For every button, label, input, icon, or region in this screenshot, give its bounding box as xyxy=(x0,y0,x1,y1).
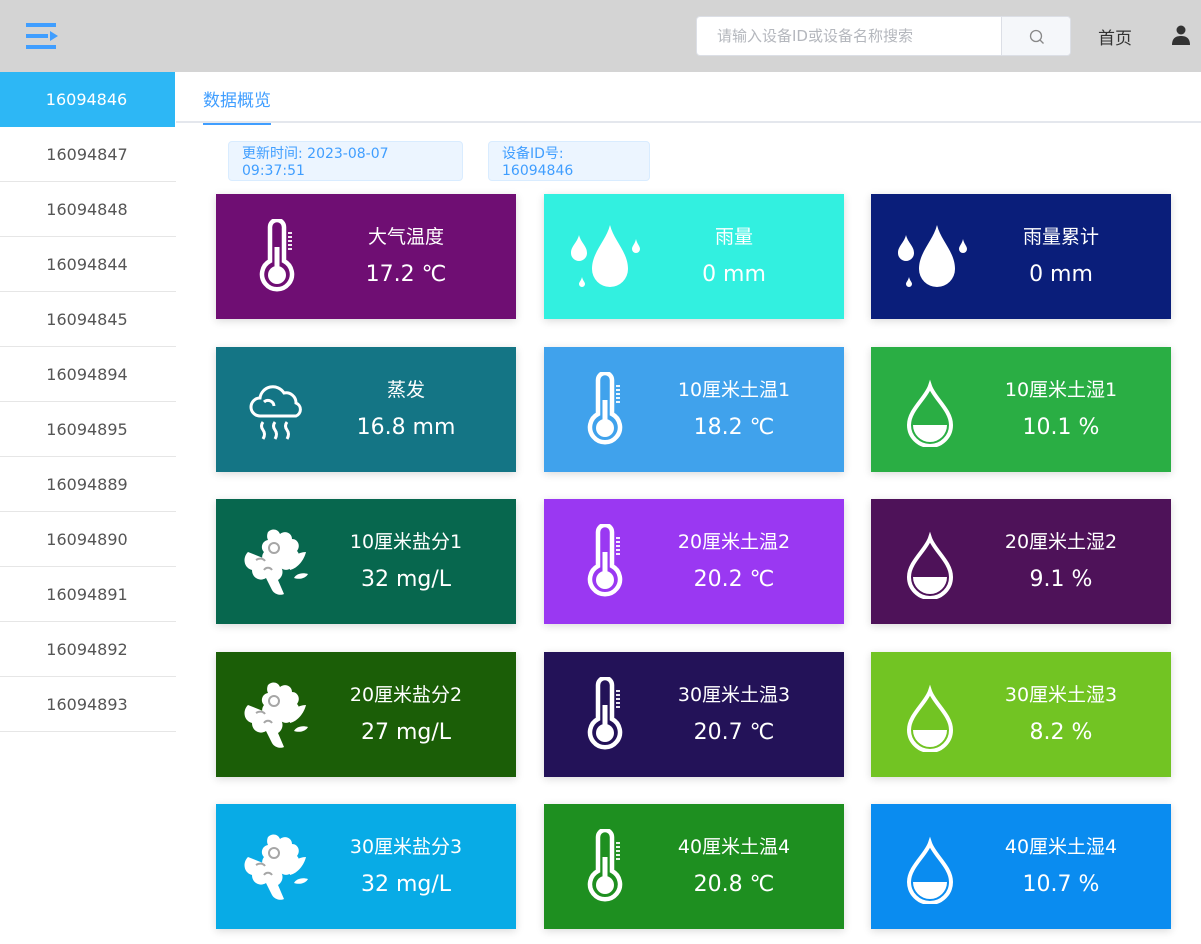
sensor-value: 0 mm xyxy=(1029,262,1093,287)
sensor-value: 32 mg/L xyxy=(360,872,452,897)
tab-data-overview[interactable]: 数据概览 xyxy=(203,86,271,125)
sensor-value: 16.8 mm xyxy=(356,415,456,440)
water-drop-icon xyxy=(893,372,968,447)
sensor-title: 大气温度 xyxy=(367,226,444,248)
sidebar-item-label: 16094895 xyxy=(46,419,128,439)
search-input[interactable] xyxy=(697,17,1001,55)
sensor-title: 20厘米土湿2 xyxy=(1004,531,1118,553)
sidebar-item-label: 16094892 xyxy=(46,639,128,659)
sensor-card[interactable]: 10厘米土湿1 10.1 % xyxy=(871,347,1171,472)
sidebar-item-label: 16094847 xyxy=(46,144,128,164)
water-drop-icon xyxy=(893,829,968,904)
sidebar-item-label: 16094894 xyxy=(46,364,128,384)
sidebar-item-label: 16094889 xyxy=(46,474,128,494)
sensor-value: 32 mg/L xyxy=(360,567,452,592)
sensor-card[interactable]: 30厘米盐分3 32 mg/L xyxy=(216,804,516,929)
sidebar-item-16094846[interactable]: 16094846 xyxy=(0,72,175,127)
sensor-card[interactable]: 20厘米土湿2 9.1 % xyxy=(871,499,1171,624)
sidebar-item-16094891[interactable]: 16094891 xyxy=(0,567,176,622)
sidebar-item-16094890[interactable]: 16094890 xyxy=(0,512,176,567)
sensor-title: 40厘米土温4 xyxy=(677,836,791,858)
sidebar-item-label: 16094890 xyxy=(46,529,128,549)
sensor-title: 雨量累计 xyxy=(1022,226,1099,248)
sensor-title: 30厘米土湿3 xyxy=(1004,684,1118,706)
sensor-title: 30厘米盐分3 xyxy=(349,836,463,858)
thermometer-icon xyxy=(566,829,641,904)
sensor-value: 27 mg/L xyxy=(360,720,452,745)
sidebar-item-16094894[interactable]: 16094894 xyxy=(0,347,176,402)
top-header: 首页 xyxy=(0,0,1201,72)
sensor-title: 10厘米盐分1 xyxy=(349,531,463,553)
device-id-tag: 设备ID号: 16094846 xyxy=(488,141,650,181)
sensor-card[interactable]: 40厘米土温4 20.8 ℃ xyxy=(544,804,844,929)
sensor-card[interactable]: 大气温度 17.2 ℃ xyxy=(216,194,516,319)
sidebar-item-16094848[interactable]: 16094848 xyxy=(0,182,176,237)
evaporation-icon xyxy=(238,372,313,447)
sensor-value: 20.2 ℃ xyxy=(693,567,775,592)
device-sidebar: 16094846 16094847 16094848 16094844 16094845… xyxy=(0,72,176,944)
sidebar-item-label: 16094846 xyxy=(45,89,128,109)
sidebar-item-16094847[interactable]: 16094847 xyxy=(0,127,176,182)
update-time-tag: 更新时间: 2023-08-07 09:37:51 xyxy=(228,141,463,181)
sensor-card[interactable]: 20厘米土温2 20.2 ℃ xyxy=(544,499,844,624)
sensor-value: 10.1 % xyxy=(1022,415,1100,440)
sidebar-item-label: 16094848 xyxy=(46,199,128,219)
search-icon xyxy=(1029,29,1044,44)
sensor-title: 10厘米土湿1 xyxy=(1004,379,1118,401)
sidebar-item-16094845[interactable]: 16094845 xyxy=(0,292,176,347)
sensor-card[interactable]: 雨量累计 0 mm xyxy=(871,194,1171,319)
sensor-title: 雨量 xyxy=(714,226,753,248)
sensor-title: 20厘米盐分2 xyxy=(349,684,463,706)
flower-icon xyxy=(238,524,313,599)
raindrops-icon xyxy=(893,219,968,294)
sidebar-item-label: 16094844 xyxy=(46,254,128,274)
sidebar-item-16094844[interactable]: 16094844 xyxy=(0,237,176,292)
water-drop-icon xyxy=(893,524,968,599)
sensor-value: 17.2 ℃ xyxy=(365,262,447,287)
sensor-card[interactable]: 蒸发 16.8 mm xyxy=(216,347,516,472)
sidebar-item-16094889[interactable]: 16094889 xyxy=(0,457,176,512)
menu-toggle-icon[interactable] xyxy=(26,22,58,50)
sensor-card[interactable]: 10厘米盐分1 32 mg/L xyxy=(216,499,516,624)
thermometer-icon xyxy=(566,677,641,752)
sensor-value: 20.7 ℃ xyxy=(693,720,775,745)
sensor-card[interactable]: 雨量 0 mm xyxy=(544,194,844,319)
sensor-title: 30厘米土温3 xyxy=(677,684,791,706)
sidebar-item-16094893[interactable]: 16094893 xyxy=(0,677,176,732)
sensor-title: 蒸发 xyxy=(386,379,425,401)
search-box xyxy=(696,16,1071,56)
sensor-title: 20厘米土温2 xyxy=(677,531,791,553)
flower-icon xyxy=(238,677,313,752)
tab-bar: 数据概览 xyxy=(176,72,1201,125)
sensor-value: 20.8 ℃ xyxy=(693,872,775,897)
sensor-value: 0 mm xyxy=(702,262,766,287)
sidebar-item-16094892[interactable]: 16094892 xyxy=(0,622,176,677)
flower-icon xyxy=(238,829,313,904)
sidebar-item-label: 16094893 xyxy=(46,694,128,714)
sensor-card[interactable]: 30厘米土湿3 8.2 % xyxy=(871,652,1171,777)
sensor-card[interactable]: 10厘米土温1 18.2 ℃ xyxy=(544,347,844,472)
sensor-value: 9.1 % xyxy=(1029,567,1093,592)
thermometer-icon xyxy=(566,372,641,447)
sidebar-item-label: 16094845 xyxy=(46,309,128,329)
search-button[interactable] xyxy=(1001,17,1070,55)
raindrops-icon xyxy=(566,219,641,294)
thermometer-icon xyxy=(238,219,313,294)
sensor-value: 8.2 % xyxy=(1029,720,1093,745)
sidebar-item-label: 16094891 xyxy=(46,584,128,604)
sensor-card[interactable]: 20厘米盐分2 27 mg/L xyxy=(216,652,516,777)
sensor-title: 40厘米土湿4 xyxy=(1004,836,1118,858)
sensor-title: 10厘米土温1 xyxy=(677,379,791,401)
user-icon[interactable] xyxy=(1172,25,1190,45)
water-drop-icon xyxy=(893,677,968,752)
sidebar-item-16094895[interactable]: 16094895 xyxy=(0,402,176,457)
thermometer-icon xyxy=(566,524,641,599)
home-link[interactable]: 首页 xyxy=(1098,24,1132,49)
sensor-card[interactable]: 40厘米土湿4 10.7 % xyxy=(871,804,1171,929)
sensor-value: 18.2 ℃ xyxy=(693,415,775,440)
sensor-card[interactable]: 30厘米土温3 20.7 ℃ xyxy=(544,652,844,777)
sensor-value: 10.7 % xyxy=(1022,872,1100,897)
